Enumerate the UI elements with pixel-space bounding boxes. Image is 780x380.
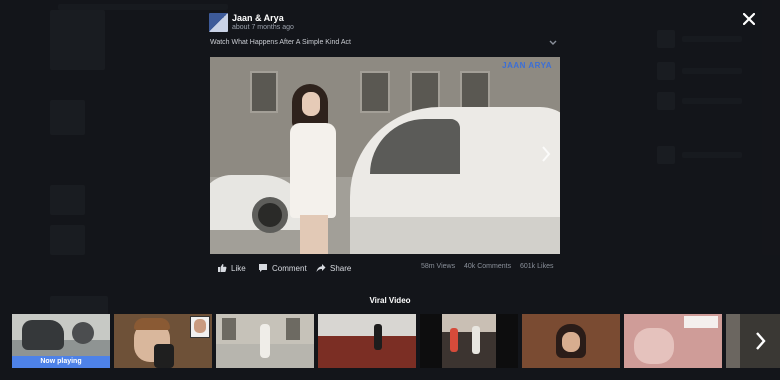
- video-frame-person-body: [290, 123, 336, 218]
- strip-next-button[interactable]: [740, 314, 780, 368]
- viral-video-thumbnail[interactable]: [522, 314, 620, 368]
- like-icon: [218, 264, 227, 272]
- like-label: Like: [231, 263, 246, 273]
- thumbnail-floor: [318, 336, 416, 368]
- post-title: Watch What Happens After A Simple Kind A…: [210, 39, 351, 46]
- post-actions: Like Comment Share 58m Views 40k Comment…: [210, 260, 560, 276]
- post-timestamp[interactable]: about 7 months ago: [232, 24, 294, 31]
- thumbnail-window: [286, 318, 300, 340]
- thumbnail-hair: [134, 318, 170, 330]
- video-watermark: JAAN ARYA: [502, 61, 552, 70]
- viral-video-thumbnail[interactable]: [318, 314, 416, 368]
- thumbnail-window: [222, 318, 236, 340]
- thumbnail-animal: [22, 320, 64, 350]
- comment-button[interactable]: Comment: [258, 262, 307, 274]
- like-button[interactable]: Like: [217, 262, 246, 274]
- video-next-button[interactable]: [538, 145, 554, 167]
- viral-video-thumbnail[interactable]: Now playing: [12, 314, 110, 368]
- close-button[interactable]: [738, 8, 760, 30]
- chevron-down-icon[interactable]: [547, 36, 559, 48]
- video-frame-wheel: [252, 197, 288, 233]
- video-frame-person-face: [302, 92, 320, 116]
- video-frame-person-legs: [300, 215, 328, 254]
- thumbnail-inset-face: [194, 319, 206, 333]
- post-header: Jaan & Arya about 7 months ago Watch Wha…: [209, 12, 561, 56]
- viral-video-strip: Now playing: [12, 314, 780, 368]
- thumbnail-face: [562, 332, 580, 352]
- comments-count[interactable]: 40k Comments: [464, 263, 511, 270]
- thumbnail-caption: [684, 316, 718, 328]
- author-name[interactable]: Jaan & Arya: [232, 13, 284, 23]
- chevron-right-icon: [756, 332, 766, 350]
- author-avatar[interactable]: [209, 13, 228, 32]
- now-playing-badge: Now playing: [12, 356, 110, 368]
- viral-video-thumbnail[interactable]: [216, 314, 314, 368]
- thumbnail-mic: [154, 344, 174, 368]
- likes-count[interactable]: 601k Likes: [520, 263, 553, 270]
- chevron-right-icon: [542, 146, 551, 162]
- share-icon: [316, 264, 326, 272]
- viral-section-title: Viral Video: [369, 296, 411, 305]
- comment-icon: [259, 264, 267, 272]
- thumbnail-face: [634, 328, 674, 364]
- video-frame-window: [360, 71, 390, 113]
- video-player[interactable]: JAAN ARYA: [210, 57, 560, 254]
- viral-video-thumbnail[interactable]: [420, 314, 518, 368]
- comment-label: Comment: [272, 263, 307, 273]
- viral-video-thumbnail[interactable]: [114, 314, 212, 368]
- viral-video-thumbnail[interactable]: [624, 314, 722, 368]
- close-icon: [742, 12, 756, 26]
- video-frame-window: [250, 71, 278, 113]
- video-frame-car-lower: [350, 217, 560, 254]
- thumbnail-person: [374, 324, 382, 350]
- thumbnail-animal: [72, 322, 94, 344]
- share-label: Share: [330, 263, 352, 273]
- thumbnail-person: [472, 326, 480, 354]
- thumbnail-person: [260, 324, 270, 358]
- views-count: 58m Views: [421, 263, 456, 270]
- thumbnail-person: [450, 328, 458, 352]
- share-button[interactable]: Share: [316, 262, 351, 274]
- thumbnail-wall: [318, 314, 416, 336]
